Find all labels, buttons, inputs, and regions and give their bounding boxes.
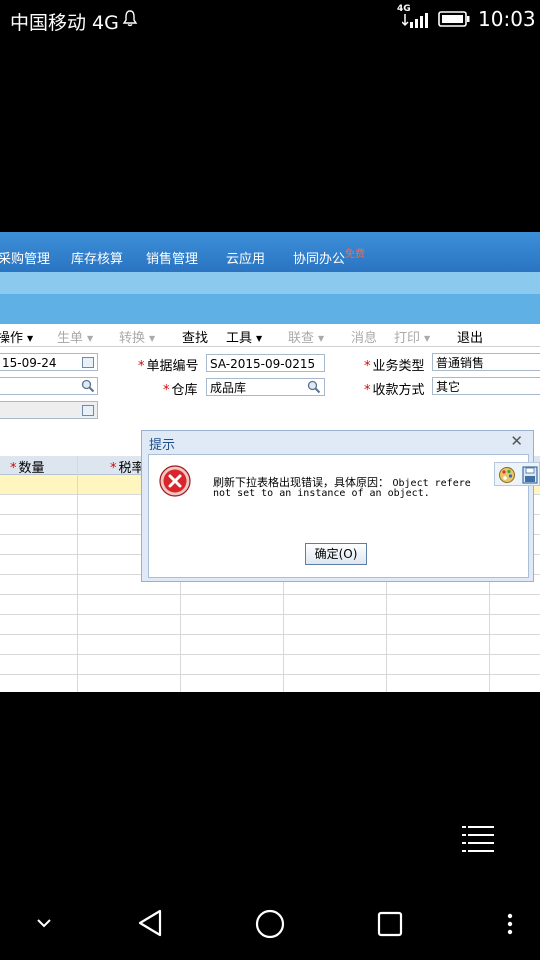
business-type-select[interactable]: 普通销售 [432,353,540,371]
top-nav: 采购管理 库存核算 销售管理 云应用 协同办公免费 [0,232,540,272]
table-row[interactable] [0,635,540,655]
doc-no-label-text: 单据编号 [146,359,199,374]
search-icon[interactable] [307,380,321,394]
home-icon[interactable] [255,909,285,939]
side-tools [494,462,540,486]
caret-down-icon: ▼ [424,334,431,343]
toolbar: 操作 ▼ 生单 ▼ 转换 ▼ 查找 工具 ▼ 联查 ▼ 消息 打印 ▼ 退出 [0,324,540,346]
carrier-label: 中国移动 4G [10,12,119,34]
date-value: 15-09-24 [2,356,57,370]
document-form: 15-09-24 * 单据编号 SA-2015-09-0215 * 仓库 成品库 *… [0,347,540,427]
title-bar [0,294,540,324]
chevron-down-icon[interactable] [36,918,52,928]
back-icon[interactable] [137,909,163,937]
palette-icon[interactable] [498,466,516,484]
doc-no-field[interactable]: SA-2015-09-0215 [206,354,325,372]
caret-down-icon: ▼ [318,334,325,343]
payment-select[interactable]: 其它 [432,377,540,395]
toolbar-convert[interactable]: 转换 ▼ [119,327,155,346]
signal-icon [402,13,428,28]
clock: 10:03 [478,7,536,31]
toolbar-print-label: 打印 [394,331,421,346]
table-row[interactable] [0,595,540,615]
error-message-detail: not set to an instance of an object. [213,488,430,499]
more-icon[interactable] [506,913,514,935]
nav-sales[interactable]: 销售管理 [146,248,198,267]
business-type-label-text: 业务类型 [372,359,425,374]
status-bar: 中国移动 4G 4G 10:03 [0,0,540,38]
dialog-title: 提示 [149,438,176,453]
nav-collab-label: 协同办公 [293,252,346,267]
business-type-value: 普通销售 [436,356,485,370]
col-quantity[interactable]: * 数量 [10,457,45,476]
toolbar-generate[interactable]: 生单 ▼ [57,327,93,346]
caret-down-icon: ▼ [87,334,94,343]
toolbar-message[interactable]: 消息 [351,327,377,346]
toolbar-lookup[interactable]: 联查 ▼ [288,327,324,346]
save-icon[interactable] [522,466,538,484]
warehouse-label-text: 仓库 [171,383,198,398]
nav-collab[interactable]: 协同办公免费 [293,248,365,267]
table-row[interactable] [0,615,540,635]
col-tax-rate[interactable]: * 税率 [110,457,145,476]
battery-icon [438,11,470,27]
caret-down-icon: ▼ [149,334,156,343]
toolbar-convert-label: 转换 [119,331,146,346]
close-icon[interactable]: ✕ [510,432,523,450]
grid-divider [77,456,78,692]
col-quantity-label: 数量 [18,461,45,476]
warehouse-label: * 仓库 [163,383,198,398]
payment-label-text: 收款方式 [372,383,425,398]
toolbar-tools[interactable]: 工具 ▼ [226,327,262,346]
nav-inventory[interactable]: 库存核算 [71,248,123,267]
doc-no-value: SA-2015-09-0215 [210,357,316,371]
dialog-body: 刷新下拉表格出现错误，具体原因： Object refere not set t… [148,454,529,578]
toolbar-tools-label: 工具 [226,331,253,346]
calendar-icon[interactable] [82,357,94,368]
warehouse-value: 成品库 [210,381,247,395]
table-row[interactable] [0,655,540,675]
free-badge: 免费 [345,249,366,260]
toolbar-print[interactable]: 打印 ▼ [394,327,430,346]
nav-cloud[interactable]: 云应用 [226,248,265,267]
ok-button[interactable]: 确定(O) [305,543,367,565]
sub-header [0,272,540,294]
calculator-icon[interactable] [82,405,94,416]
caret-down-icon: ▼ [27,334,34,343]
recents-icon[interactable] [377,911,403,937]
error-icon [159,465,191,497]
bell-icon [122,10,138,27]
doc-no-label: * 单据编号 [138,359,199,374]
payment-value: 其它 [436,380,461,394]
menu-icon[interactable] [462,826,496,852]
caret-down-icon: ▼ [256,334,263,343]
app-screen: 采购管理 库存核算 销售管理 云应用 协同办公免费 操作 ▼ 生单 ▼ 转换 ▼ 查找… [0,232,540,692]
toolbar-operate[interactable]: 操作 ▼ [0,327,33,346]
toolbar-lookup-label: 联查 [288,331,315,346]
nav-purchase[interactable]: 采购管理 [0,248,50,267]
toolbar-exit[interactable]: 退出 [457,327,483,346]
system-nav-bar [0,888,540,960]
business-type-label: * 业务类型 [364,359,425,374]
search-icon[interactable] [81,379,95,393]
toolbar-find[interactable]: 查找 [182,327,208,346]
toolbar-operate-label: 操作 [0,331,24,346]
toolbar-generate-label: 生单 [57,331,84,346]
payment-label: * 收款方式 [364,383,425,398]
error-dialog: 提示 ✕ 刷新下拉表格出现错误，具体原因： Object refere not … [141,430,534,582]
